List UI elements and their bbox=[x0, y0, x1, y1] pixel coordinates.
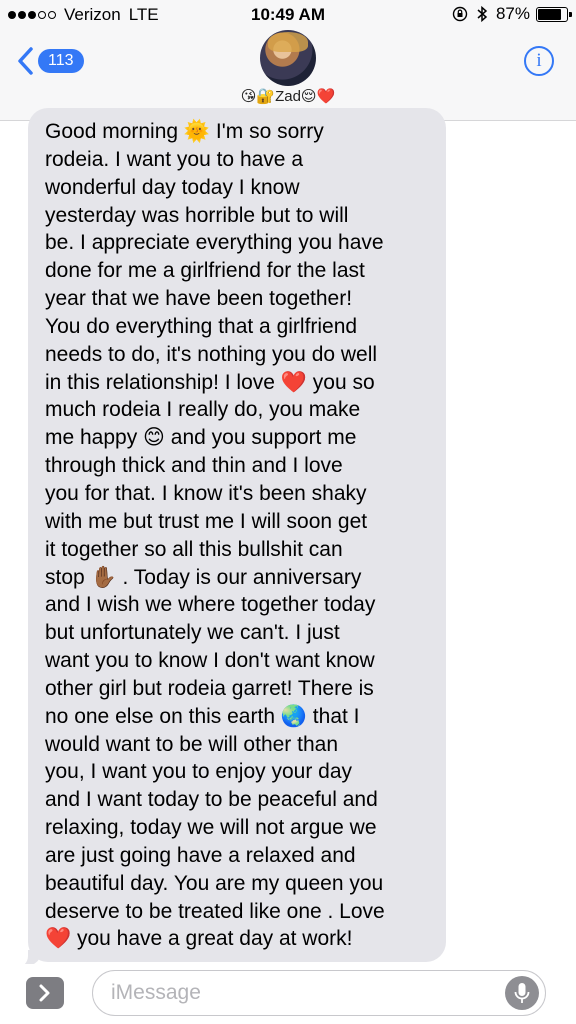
received-message-bubble[interactable]: Good morning 🌞 I'm so sorry rodeia. I wa… bbox=[28, 108, 446, 962]
message-line: would want to be will other than bbox=[45, 732, 339, 756]
message-line: be. I appreciate everything you have bbox=[45, 231, 384, 255]
message-text: Good morning 🌞 I'm so sorry rodeia. I wa… bbox=[45, 118, 446, 953]
message-line: wonderful day today I know bbox=[45, 175, 300, 199]
chevron-left-icon bbox=[18, 47, 33, 75]
message-line: and I wish we where together today bbox=[45, 593, 376, 617]
unread-count-badge: 113 bbox=[38, 49, 84, 73]
expand-apps-button[interactable] bbox=[26, 977, 64, 1009]
back-button[interactable]: 113 bbox=[16, 46, 84, 76]
message-line: rodeia. I want you to have a bbox=[45, 147, 303, 171]
message-line: you, I want you to enjoy your day bbox=[45, 760, 353, 784]
message-line: year that we have been together! bbox=[45, 287, 353, 311]
message-line: in this relationship! I love ❤️ you so bbox=[45, 370, 375, 394]
message-line: yesterday was horrible but to will bbox=[45, 203, 349, 227]
message-line: stop ✋🏾 . Today is our anniversary bbox=[45, 565, 362, 589]
message-line: me happy 😊 and you support me bbox=[45, 426, 357, 450]
message-line: ❤️ you have a great day at work! bbox=[45, 927, 353, 951]
status-bar: Verizon LTE 10:49 AM 87% bbox=[0, 0, 576, 30]
contact-avatar[interactable] bbox=[260, 30, 316, 86]
message-line: relaxing, today we will not argue we bbox=[45, 816, 377, 840]
message-line: no one else on this earth 🌏 that I bbox=[45, 704, 360, 728]
message-line: You do everything that a girlfriend bbox=[45, 314, 358, 338]
chevron-right-icon bbox=[39, 984, 50, 1002]
message-line: it together so all this bullshit can bbox=[45, 537, 343, 561]
message-line: through thick and thin and I love bbox=[45, 454, 343, 478]
message-line: you for that. I know it's been shaky bbox=[45, 481, 367, 505]
bluetooth-icon bbox=[476, 5, 488, 23]
microphone-button[interactable] bbox=[505, 976, 539, 1010]
input-placeholder: iMessage bbox=[111, 981, 201, 1004]
imessage-input[interactable]: iMessage bbox=[92, 970, 546, 1016]
message-line: but unfortunately we can't. I just bbox=[45, 621, 340, 645]
info-icon[interactable]: i bbox=[524, 46, 554, 76]
message-line: want you to know I don't want know bbox=[45, 649, 375, 673]
battery-icon bbox=[536, 6, 572, 22]
message-line: and I want today to be peaceful and bbox=[45, 788, 378, 812]
message-line: deserve to be treated like one . Love bbox=[45, 899, 385, 923]
message-line: much rodeia I really do, you make bbox=[45, 398, 361, 422]
message-line: other girl but rodeia garret! There is bbox=[45, 676, 374, 700]
message-line: Good morning 🌞 I'm so sorry bbox=[45, 120, 324, 143]
message-line: done for me a girlfriend for the last bbox=[45, 259, 365, 283]
message-line: are just going have a relaxed and bbox=[45, 843, 356, 867]
compose-bar: iMessage bbox=[0, 964, 576, 1024]
message-line: beautiful day. You are my queen you bbox=[45, 871, 384, 895]
status-indicators: 87% bbox=[444, 4, 572, 24]
message-line: with me but trust me I will soon get bbox=[45, 509, 368, 533]
battery-percent: 87% bbox=[495, 4, 530, 23]
lock-rotation-icon bbox=[452, 6, 468, 22]
microphone-icon bbox=[514, 983, 530, 1003]
contact-name[interactable]: 😘🔐Zad😌❤️ bbox=[0, 87, 576, 105]
message-line: needs to do, it's nothing you do well bbox=[45, 342, 378, 366]
